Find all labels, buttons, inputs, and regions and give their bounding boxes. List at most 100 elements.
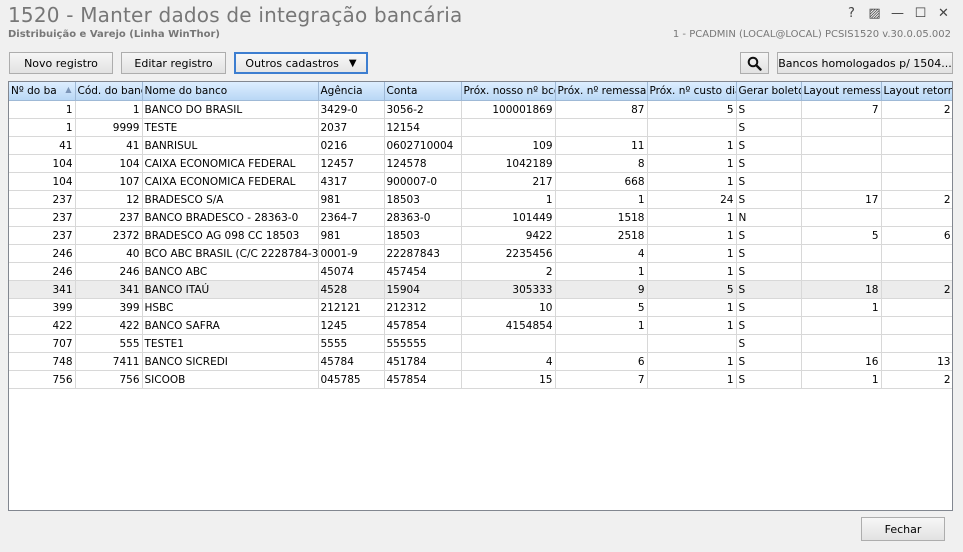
- table-cell[interactable]: 246: [9, 244, 76, 263]
- table-row[interactable]: 756 756 SICOOB 045785 457854 15 7 1 S 1 2: [9, 370, 952, 389]
- table-cell[interactable]: 422: [75, 316, 143, 335]
- table-row[interactable]: 104 104 CAIXA ECONOMICA FEDERAL 12457 124578…: [9, 154, 952, 173]
- table-cell[interactable]: [801, 316, 882, 335]
- column-header[interactable]: Próx. nº custo dia: [647, 82, 737, 101]
- table-cell[interactable]: 87: [555, 100, 648, 119]
- table-cell[interactable]: 101449: [461, 208, 556, 227]
- column-header[interactable]: Layout retorn: [881, 82, 952, 101]
- column-header[interactable]: Layout remessa: [801, 82, 882, 101]
- table-cell[interactable]: 1: [647, 136, 737, 155]
- close-button[interactable]: Fechar: [861, 517, 945, 541]
- table-cell[interactable]: S: [736, 352, 802, 371]
- table-cell[interactable]: 1: [647, 352, 737, 371]
- minimize-icon[interactable]: —: [886, 4, 909, 22]
- table-cell[interactable]: 399: [75, 298, 143, 317]
- table-cell[interactable]: SICOOB: [142, 370, 319, 389]
- table-cell[interactable]: 11: [555, 136, 648, 155]
- table-cell[interactable]: BANCO SICREDI: [142, 352, 319, 371]
- table-cell[interactable]: CAIXA ECONOMICA FEDERAL: [142, 172, 319, 191]
- table-cell[interactable]: 1: [801, 370, 882, 389]
- table-cell[interactable]: 4: [555, 244, 648, 263]
- table-cell[interactable]: 756: [9, 370, 76, 389]
- column-header[interactable]: Agência: [318, 82, 385, 101]
- table-cell[interactable]: 217: [461, 172, 556, 191]
- table-cell[interactable]: 124578: [384, 154, 462, 173]
- maximize-icon[interactable]: ☐: [909, 4, 932, 22]
- table-cell[interactable]: 237: [9, 190, 76, 209]
- table-cell[interactable]: BRADESCO S/A: [142, 190, 319, 209]
- column-header[interactable]: Próx. nosso nº bco: [461, 82, 556, 101]
- table-row[interactable]: 399 399 HSBC 212121 212312 10 5 1 S 1: [9, 298, 952, 317]
- table-cell[interactable]: 707: [9, 334, 76, 353]
- table-row[interactable]: 237 12 BRADESCO S/A 981 18503 1 1 24 S 17 2: [9, 190, 952, 209]
- table-cell[interactable]: 1042189: [461, 154, 556, 173]
- table-cell[interactable]: S: [736, 370, 802, 389]
- table-cell[interactable]: BANCO BRADESCO - 28363-0: [142, 208, 319, 227]
- table-cell[interactable]: 17: [801, 190, 882, 209]
- table-cell[interactable]: 2235456: [461, 244, 556, 263]
- table-cell[interactable]: 457854: [384, 370, 462, 389]
- table-cell[interactable]: [881, 334, 952, 353]
- table-cell[interactable]: 100001869: [461, 100, 556, 119]
- column-header[interactable]: Cód. do banc: [75, 82, 143, 101]
- table-cell[interactable]: 3056-2: [384, 100, 462, 119]
- table-cell[interactable]: 748: [9, 352, 76, 371]
- table-cell[interactable]: 12154: [384, 118, 462, 137]
- table-cell[interactable]: 1: [647, 298, 737, 317]
- table-cell[interactable]: [801, 244, 882, 263]
- table-cell[interactable]: S: [736, 334, 802, 353]
- table-cell[interactable]: 1: [555, 190, 648, 209]
- table-cell[interactable]: 237: [75, 208, 143, 227]
- table-cell[interactable]: [881, 154, 952, 173]
- table-cell[interactable]: 1245: [318, 316, 385, 335]
- table-cell[interactable]: S: [736, 172, 802, 191]
- table-cell[interactable]: 981: [318, 190, 385, 209]
- table-cell[interactable]: 9999: [75, 118, 143, 137]
- table-cell[interactable]: 2364-7: [318, 208, 385, 227]
- table-cell[interactable]: [881, 208, 952, 227]
- column-header[interactable]: Próx. nº remessa: [555, 82, 648, 101]
- table-cell[interactable]: [461, 334, 556, 353]
- table-cell[interactable]: 2037: [318, 118, 385, 137]
- table-cell[interactable]: 457454: [384, 262, 462, 281]
- table-row[interactable]: 237 237 BANCO BRADESCO - 28363-0 2364-7 2836…: [9, 208, 952, 227]
- table-cell[interactable]: S: [736, 280, 802, 299]
- table-cell[interactable]: 41: [9, 136, 76, 155]
- table-cell[interactable]: 22287843: [384, 244, 462, 263]
- table-cell[interactable]: 900007-0: [384, 172, 462, 191]
- table-cell[interactable]: 15: [461, 370, 556, 389]
- table-cell[interactable]: 0602710004: [384, 136, 462, 155]
- table-cell[interactable]: S: [736, 226, 802, 245]
- table-cell[interactable]: 40: [75, 244, 143, 263]
- table-cell[interactable]: 2518: [555, 226, 648, 245]
- table-cell[interactable]: 1: [647, 316, 737, 335]
- table-cell[interactable]: 4317: [318, 172, 385, 191]
- table-cell[interactable]: [555, 334, 648, 353]
- table-cell[interactable]: S: [736, 244, 802, 263]
- table-cell[interactable]: N: [736, 208, 802, 227]
- table-row[interactable]: 707 555 TESTE1 5555 555555 S: [9, 334, 952, 353]
- table-cell[interactable]: 212121: [318, 298, 385, 317]
- table-cell[interactable]: 5: [801, 226, 882, 245]
- table-cell[interactable]: 212312: [384, 298, 462, 317]
- edit-record-button[interactable]: Editar registro: [121, 52, 226, 74]
- table-cell[interactable]: 1: [647, 208, 737, 227]
- table-cell[interactable]: 18: [801, 280, 882, 299]
- table-cell[interactable]: 399: [9, 298, 76, 317]
- table-cell[interactable]: 8: [555, 154, 648, 173]
- table-cell[interactable]: S: [736, 262, 802, 281]
- table-cell[interactable]: BANCO ITAÚ: [142, 280, 319, 299]
- table-cell[interactable]: 1: [647, 262, 737, 281]
- column-header[interactable]: Gerar boleto: [736, 82, 802, 101]
- table-cell[interactable]: [801, 136, 882, 155]
- table-cell[interactable]: [881, 316, 952, 335]
- table-cell[interactable]: 1: [9, 118, 76, 137]
- table-cell[interactable]: 6: [555, 352, 648, 371]
- table-cell[interactable]: TESTE1: [142, 334, 319, 353]
- table-cell[interactable]: [881, 298, 952, 317]
- table-cell[interactable]: 104: [75, 154, 143, 173]
- table-cell[interactable]: 045785: [318, 370, 385, 389]
- table-cell[interactable]: BANCO ABC: [142, 262, 319, 281]
- table-cell[interactable]: 6: [881, 226, 952, 245]
- table-row[interactable]: 237 2372 BRADESCO AG 098 CC 18503 981 18503 9…: [9, 226, 952, 245]
